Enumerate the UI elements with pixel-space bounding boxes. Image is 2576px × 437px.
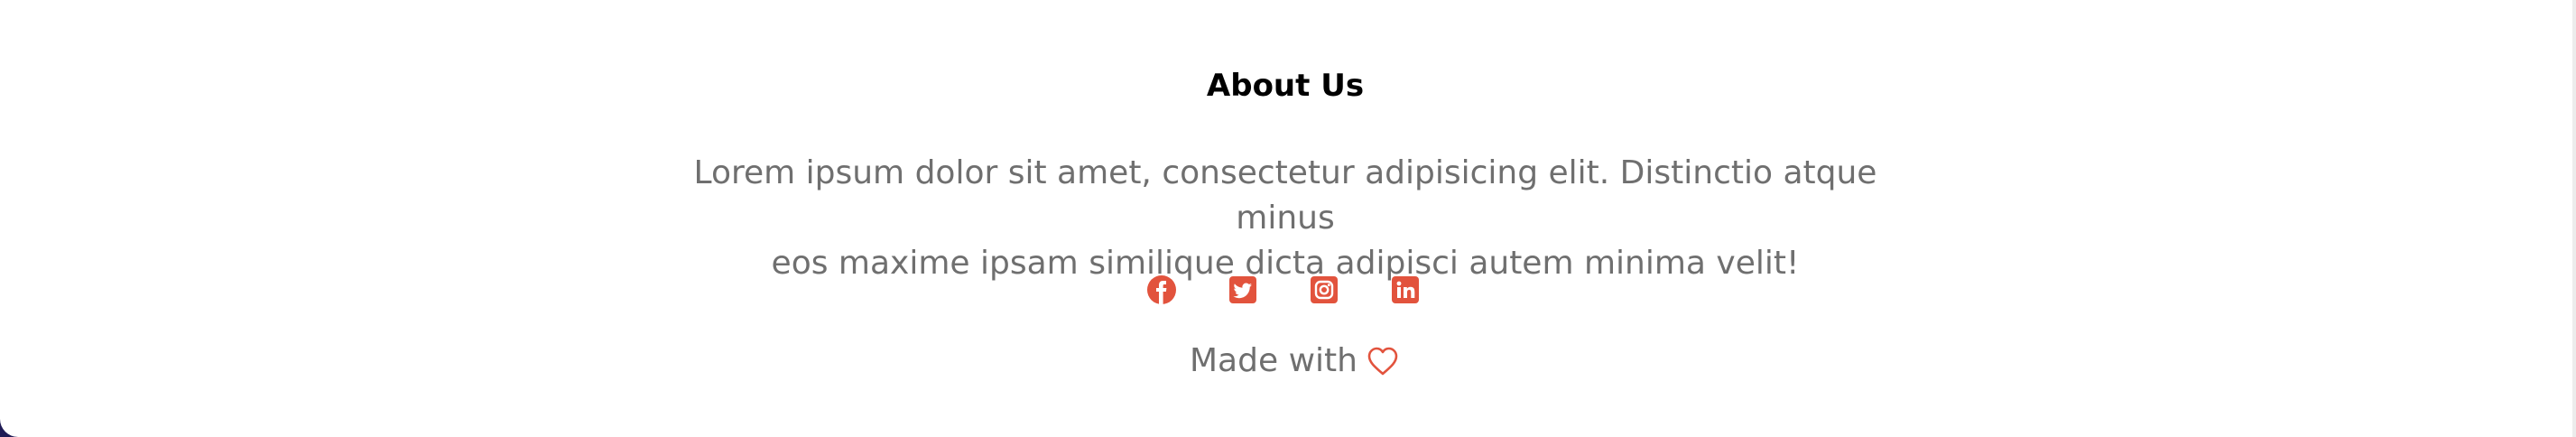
instagram-icon	[1309, 274, 1339, 305]
description-line-1: Lorem ipsum dolor sit amet, consectetur …	[693, 154, 1877, 237]
facebook-link[interactable]	[1146, 274, 1177, 305]
linkedin-icon	[1390, 274, 1421, 305]
heart-icon	[1367, 346, 1399, 377]
twitter-link[interactable]	[1228, 274, 1258, 305]
facebook-icon	[1146, 274, 1177, 305]
social-links	[1146, 274, 1421, 305]
linkedin-link[interactable]	[1390, 274, 1421, 305]
twitter-icon	[1228, 274, 1258, 305]
made-with-label: Made with	[1190, 342, 1357, 379]
footer: About Us Lorem ipsum dolor sit amet, con…	[0, 0, 2576, 437]
about-us-heading: About Us	[1206, 68, 1365, 104]
instagram-link[interactable]	[1309, 274, 1339, 305]
made-with: Made with	[1190, 339, 1399, 384]
about-us-description: Lorem ipsum dolor sit amet, consectetur …	[686, 151, 1885, 286]
